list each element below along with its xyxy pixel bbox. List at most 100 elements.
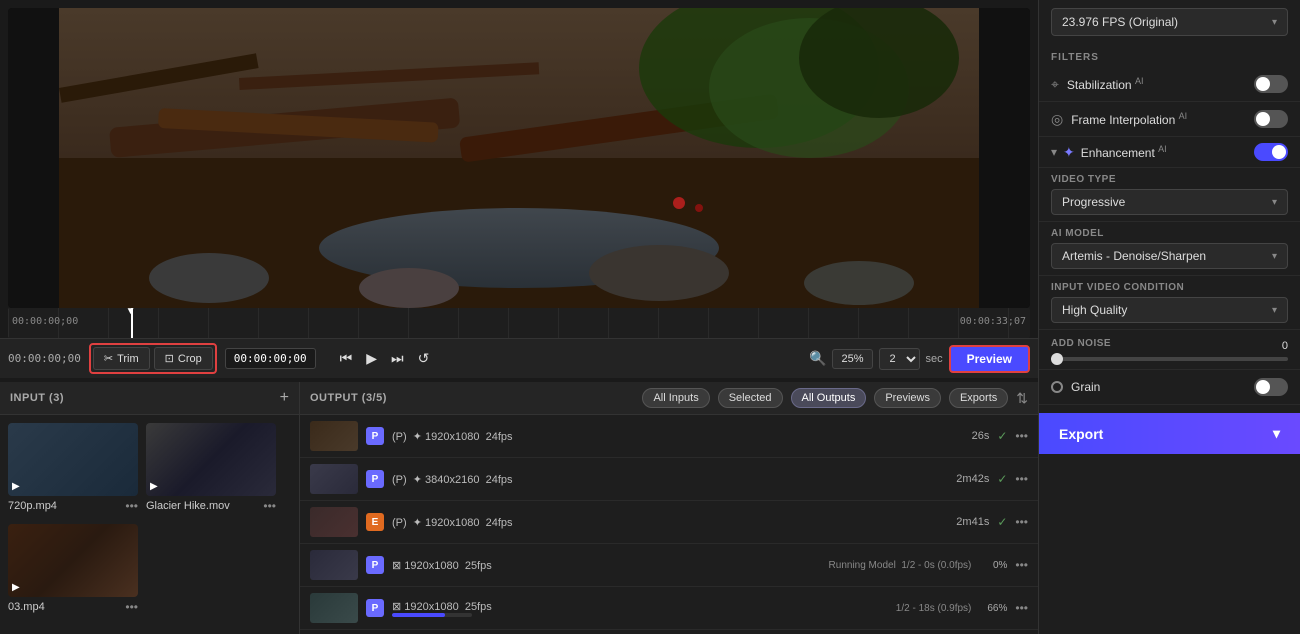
output-sort-button[interactable]: ⇅: [1016, 390, 1028, 407]
play-overlay-icon: ▶: [12, 481, 20, 492]
output-more-button-2[interactable]: •••: [1015, 515, 1028, 529]
output-meta-0: (P) ✦ 1920x1080 24fps: [392, 431, 513, 443]
table-row[interactable]: P ⊠ 1920x1080 25fps 1/2 - 18s (0.9fps) 6…: [300, 587, 1038, 630]
step-back-button[interactable]: ⏮: [336, 348, 357, 369]
preview-button[interactable]: Preview: [949, 345, 1030, 373]
input-more-button-2[interactable]: •••: [125, 600, 138, 614]
step-forward-button[interactable]: ⏭: [387, 348, 408, 369]
input-thumb-0: ▶: [8, 423, 138, 496]
ai-model-row: AI MODEL Artemis - Denoise/Sharpen ▾: [1039, 222, 1300, 276]
output-more-button-1[interactable]: •••: [1015, 472, 1028, 486]
stabilization-ai-badge: AI: [1135, 76, 1144, 86]
input-filename-1: Glacier Hike.mov: [146, 500, 230, 512]
trim-button[interactable]: ✂ Trim: [93, 347, 150, 370]
frame-interpolation-label: Frame Interpolation AI: [1071, 111, 1254, 127]
grain-row: Grain: [1039, 370, 1300, 405]
table-row[interactable]: P (P) ✦ 1920x1080 24fps 26s ✓ •••: [300, 415, 1038, 458]
frame-interpolation-toggle[interactable]: [1254, 110, 1288, 128]
grain-label: Grain: [1071, 380, 1254, 394]
speed-select[interactable]: 2 1 4: [879, 348, 920, 370]
stabilization-filter-row: ⌖ Stabilization AI: [1039, 67, 1300, 102]
add-input-button[interactable]: +: [280, 390, 289, 406]
output-res-4: ⊠ 1920x1080 25fps: [392, 600, 888, 613]
zoom-in-icon[interactable]: 🔍: [809, 350, 826, 367]
scrubber-playhead[interactable]: [131, 308, 133, 338]
output-more-button-0[interactable]: •••: [1015, 429, 1028, 443]
output-status-4: 1/2 - 18s (0.9fps): [896, 603, 972, 614]
input-video-condition-chevron-icon: ▾: [1272, 305, 1277, 316]
output-pct-4: 66%: [979, 603, 1007, 614]
ai-model-chevron-icon: ▾: [1272, 251, 1277, 262]
output-status-3: Running Model 1/2 - 0s (0.0fps): [829, 560, 972, 571]
list-item[interactable]: ▶ 03.mp4 •••: [8, 524, 138, 617]
ai-model-label: AI MODEL: [1051, 228, 1288, 239]
input-panel: INPUT (3) + ▶ 720p.mp4 •••: [0, 382, 300, 634]
output-check-1: ✓: [997, 472, 1007, 486]
output-meta-2: (P) ✦ 1920x1080 24fps: [392, 517, 513, 529]
video-type-dropdown[interactable]: Progressive ▾: [1051, 189, 1288, 215]
frame-interpolation-filter-row: ◎ Frame Interpolation AI: [1039, 102, 1300, 137]
input-label-2: 03.mp4 •••: [8, 597, 138, 617]
filter-all-inputs[interactable]: All Inputs: [642, 388, 709, 408]
output-thumb-4: [310, 593, 358, 623]
list-item[interactable]: ▶ Glacier Hike.mov •••: [146, 423, 276, 516]
play-overlay-icon: ▶: [150, 481, 158, 492]
input-video-condition-dropdown[interactable]: High Quality ▾: [1051, 297, 1288, 323]
input-thumb-1: ▶: [146, 423, 276, 496]
loop-button[interactable]: ↺: [414, 348, 434, 369]
input-more-button-1[interactable]: •••: [263, 499, 276, 513]
badge-p-3: P: [366, 556, 384, 574]
stabilization-label: Stabilization AI: [1067, 76, 1254, 92]
input-items-list: ▶ 720p.mp4 ••• ▶ Glacier Hike.mov •••: [0, 415, 299, 625]
input-label-0: 720p.mp4 •••: [8, 496, 138, 516]
table-row[interactable]: P ⊠ 1920x1080 25fps Running Model 1/2 - …: [300, 544, 1038, 587]
export-caret-icon: ▾: [1273, 425, 1280, 442]
input-more-button-0[interactable]: •••: [125, 499, 138, 513]
fps-dropdown[interactable]: 23.976 FPS (Original) ▾: [1051, 8, 1288, 36]
enhancement-ai-badge: AI: [1158, 144, 1167, 154]
output-check-0: ✓: [997, 429, 1007, 443]
output-more-button-3[interactable]: •••: [1015, 558, 1028, 572]
stabilization-toggle[interactable]: [1254, 75, 1288, 93]
trim-crop-group: ✂ Trim ⊡ Crop: [89, 343, 217, 374]
table-row[interactable]: P (P) ✦ 3840x2160 24fps 2m42s ✓ •••: [300, 458, 1038, 501]
ai-model-value: Artemis - Denoise/Sharpen: [1062, 249, 1206, 263]
input-video-condition-label: INPUT VIDEO CONDITION: [1051, 282, 1288, 293]
bottom-panels: INPUT (3) + ▶ 720p.mp4 •••: [0, 382, 1038, 634]
input-video-condition-row: INPUT VIDEO CONDITION High Quality ▾: [1039, 276, 1300, 330]
right-panel: 23.976 FPS (Original) ▾ FILTERS ⌖ Stabil…: [1038, 0, 1300, 634]
frame-interpolation-ai-badge: AI: [1179, 111, 1188, 121]
time-input-display[interactable]: 00:00:00;00: [225, 348, 316, 369]
table-row[interactable]: E (P) ✦ 1920x1080 24fps 2m41s ✓ •••: [300, 501, 1038, 544]
output-thumb-3: [310, 550, 358, 580]
output-meta-1: (P) ✦ 3840x2160 24fps: [392, 474, 513, 486]
output-more-button-4[interactable]: •••: [1015, 601, 1028, 615]
add-noise-row: ADD NOISE 0: [1039, 330, 1300, 370]
output-duration-1: 2m42s: [956, 473, 989, 485]
fps-label: 23.976 FPS (Original): [1062, 15, 1178, 29]
output-progress-bar-4: [392, 613, 472, 617]
add-noise-label: ADD NOISE: [1051, 338, 1111, 349]
output-rows-list: P (P) ✦ 1920x1080 24fps 26s ✓ ••• P (P) …: [300, 415, 1038, 634]
grain-toggle[interactable]: [1254, 378, 1288, 396]
ai-model-dropdown[interactable]: Artemis - Denoise/Sharpen ▾: [1051, 243, 1288, 269]
filter-all-outputs[interactable]: All Outputs: [791, 388, 867, 408]
enhancement-toggle[interactable]: [1254, 143, 1288, 161]
video-type-label: VIDEO TYPE: [1051, 174, 1288, 185]
enhancement-label: Enhancement AI: [1081, 144, 1254, 160]
output-info-0: (P) ✦ 1920x1080 24fps: [392, 430, 964, 443]
badge-p-0: P: [366, 427, 384, 445]
filter-exports[interactable]: Exports: [949, 388, 1008, 408]
noise-slider-thumb[interactable]: [1051, 353, 1063, 365]
export-button[interactable]: Export ▾: [1039, 413, 1300, 454]
noise-slider[interactable]: [1051, 357, 1288, 361]
enhancement-section-row[interactable]: ▾ ✦ Enhancement AI: [1039, 137, 1300, 168]
list-item[interactable]: ▶ 720p.mp4 •••: [8, 423, 138, 516]
crop-button[interactable]: ⊡ Crop: [154, 347, 213, 370]
play-button[interactable]: ▶: [362, 348, 381, 369]
filter-previews[interactable]: Previews: [874, 388, 941, 408]
input-panel-title: INPUT (3): [10, 392, 64, 404]
input-label-1: Glacier Hike.mov •••: [146, 496, 276, 516]
filter-selected[interactable]: Selected: [718, 388, 783, 408]
scrubber-area[interactable]: 00:00:00;00 00:00:33;07: [8, 308, 1030, 338]
